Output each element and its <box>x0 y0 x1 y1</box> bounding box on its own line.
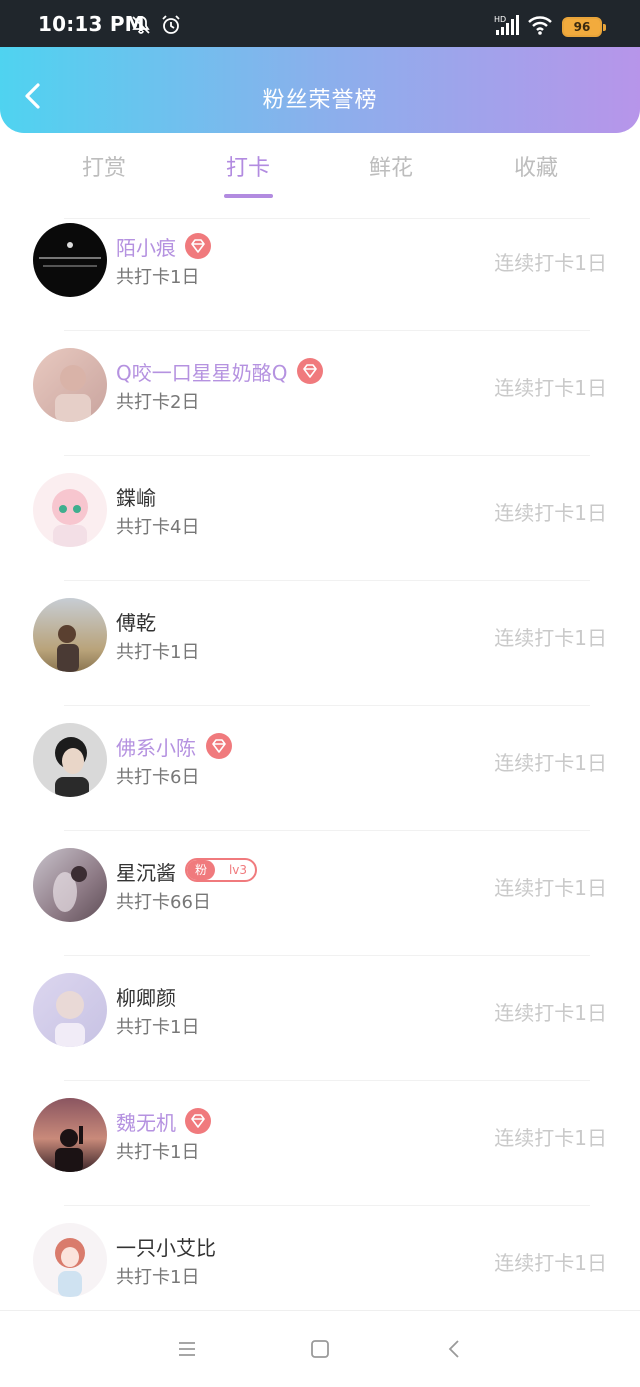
divider <box>64 580 590 581</box>
page-title: 粉丝荣誉榜 <box>262 88 378 113</box>
tab-flowers[interactable]: 鲜花 <box>341 150 441 182</box>
list-item[interactable]: 佛系小陈 共打卡6日 连续打卡1日 <box>0 705 640 830</box>
tab-reward[interactable]: 打赏 <box>54 150 154 182</box>
streak-checkins: 连续打卡1日 <box>494 501 607 525</box>
total-checkins: 共打卡6日 <box>116 767 200 788</box>
status-time: 10:13 PM <box>38 12 145 36</box>
streak-checkins: 连续打卡1日 <box>494 376 607 400</box>
system-nav-bar <box>0 1310 640 1387</box>
total-checkins: 共打卡1日 <box>116 1267 200 1288</box>
gem-icon <box>185 1108 211 1134</box>
divider <box>64 955 590 956</box>
header-bar: 10:13 PM HD 96 粉丝荣誉榜 <box>0 0 640 133</box>
tab-favorites[interactable]: 收藏 <box>486 150 586 182</box>
active-tab-indicator <box>224 194 273 198</box>
user-name[interactable]: 陌小痕 <box>116 232 176 261</box>
streak-checkins: 连续打卡1日 <box>494 1001 607 1025</box>
menu-icon <box>179 1342 195 1356</box>
tab-checkin[interactable]: 打卡 <box>198 150 298 182</box>
streak-checkins: 连续打卡1日 <box>494 1126 607 1150</box>
avatar[interactable] <box>33 598 107 672</box>
user-name[interactable]: 柳卿颜 <box>116 982 176 1011</box>
avatar[interactable] <box>33 1223 107 1297</box>
list-item[interactable]: Q咬一口星星奶酪Q 共打卡2日 连续打卡1日 <box>0 330 640 455</box>
list-item[interactable]: 陌小痕 共打卡1日 连续打卡1日 <box>0 218 640 343</box>
signal-icon: HD <box>494 14 520 36</box>
divider <box>64 218 590 219</box>
back-icon <box>448 1340 459 1358</box>
list-item[interactable]: 魏无机 共打卡1日 连续打卡1日 <box>0 1080 640 1205</box>
streak-checkins: 连续打卡1日 <box>494 251 607 275</box>
svg-text:HD: HD <box>494 15 506 24</box>
gem-icon <box>297 358 323 384</box>
avatar[interactable] <box>33 473 107 547</box>
home-button[interactable] <box>309 1338 331 1364</box>
wifi-icon <box>528 14 552 36</box>
nav-back-button[interactable] <box>444 1338 466 1364</box>
user-name[interactable]: 魏无机 <box>116 1107 176 1136</box>
divider <box>64 1205 590 1206</box>
total-checkins: 共打卡1日 <box>116 1017 200 1038</box>
total-checkins: 共打卡1日 <box>116 267 200 288</box>
avatar[interactable] <box>33 348 107 422</box>
gem-icon <box>206 733 232 759</box>
streak-checkins: 连续打卡1日 <box>494 751 607 775</box>
avatar[interactable] <box>33 973 107 1047</box>
user-name[interactable]: 佛系小陈 <box>116 732 196 761</box>
list-item[interactable]: 柳卿颜 共打卡1日 连续打卡1日 <box>0 955 640 1080</box>
bell-off-icon <box>130 14 152 36</box>
user-name[interactable]: Q咬一口星星奶酪Q <box>116 357 287 386</box>
divider <box>64 1080 590 1081</box>
total-checkins: 共打卡1日 <box>116 642 200 663</box>
gem-icon <box>185 233 211 259</box>
user-name[interactable]: 星沉酱 <box>116 857 176 886</box>
list-item[interactable]: 星沉酱 粉 lv3 共打卡66日 连续打卡1日 <box>0 830 640 955</box>
avatar[interactable] <box>33 723 107 797</box>
battery-icon: 96 <box>562 17 606 37</box>
fan-badge-level: lv3 <box>228 863 248 877</box>
user-name[interactable]: 一只小艾比 <box>116 1232 216 1261</box>
total-checkins: 共打卡1日 <box>116 1142 200 1163</box>
avatar[interactable] <box>33 223 107 297</box>
home-icon <box>311 1340 329 1358</box>
user-name[interactable]: 傅乾 <box>116 607 156 636</box>
total-checkins: 共打卡4日 <box>116 517 200 538</box>
user-name[interactable]: 鍱崳 <box>116 482 156 511</box>
streak-checkins: 连续打卡1日 <box>494 1251 607 1275</box>
fan-badge-label: 粉 <box>187 860 215 880</box>
menu-button[interactable] <box>176 1338 198 1364</box>
total-checkins: 共打卡2日 <box>116 392 200 413</box>
alarm-icon <box>160 14 182 36</box>
list-item[interactable]: 鍱崳 共打卡4日 连续打卡1日 <box>0 455 640 580</box>
streak-checkins: 连续打卡1日 <box>494 876 607 900</box>
total-checkins: 共打卡66日 <box>116 892 211 913</box>
tab-bar: 打赏 打卡 鲜花 收藏 <box>0 150 640 200</box>
divider <box>64 705 590 706</box>
fan-level-badge: 粉 lv3 <box>185 858 257 882</box>
avatar[interactable] <box>33 848 107 922</box>
avatar[interactable] <box>33 1098 107 1172</box>
divider <box>64 455 590 456</box>
streak-checkins: 连续打卡1日 <box>494 626 607 650</box>
list-item[interactable]: 傅乾 共打卡1日 连续打卡1日 <box>0 580 640 705</box>
divider <box>64 830 590 831</box>
status-bar: 10:13 PM HD 96 <box>0 0 640 47</box>
divider <box>64 330 590 331</box>
